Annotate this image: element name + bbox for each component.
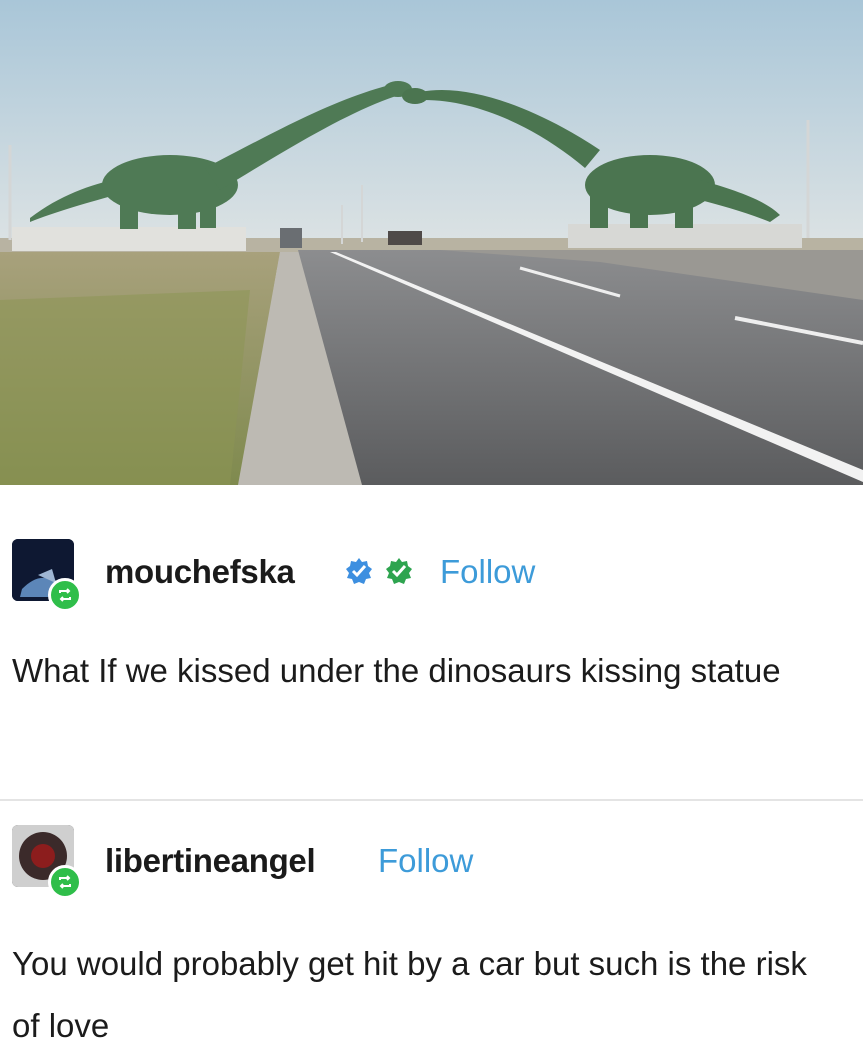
- follow-button[interactable]: Follow: [378, 842, 473, 880]
- reblog-badge-icon: [48, 578, 82, 612]
- username[interactable]: libertineangel: [105, 842, 316, 880]
- verified-badge-icon: [385, 557, 413, 585]
- post-photo: [0, 0, 863, 485]
- divider: [0, 799, 863, 801]
- post-text: You would probably get hit by a car but …: [12, 945, 807, 1044]
- reblog-badge-icon: [48, 865, 82, 899]
- username[interactable]: mouchefska: [105, 553, 295, 591]
- verified-badge-icon: [345, 557, 373, 585]
- post-text: What If we kissed under the dinosaurs ki…: [12, 652, 781, 689]
- post-original: mouchefska Follow What If we kissed unde…: [0, 535, 863, 800]
- follow-button[interactable]: Follow: [440, 553, 535, 591]
- post-reply: libertineangel Follow You would probably…: [0, 825, 863, 1045]
